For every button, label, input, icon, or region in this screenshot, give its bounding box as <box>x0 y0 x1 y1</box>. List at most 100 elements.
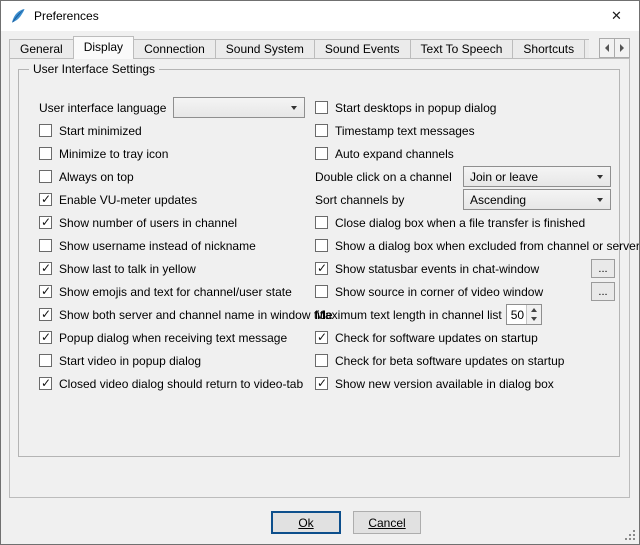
arrow-right-icon <box>620 44 624 52</box>
checkbox-show-emojis-and-text-for-channel-user-state[interactable] <box>39 285 52 298</box>
tab-sound-events[interactable]: Sound Events <box>315 39 411 59</box>
label-sort-channels-by: Sort channels by <box>315 193 463 207</box>
row-user-interface-language: User interface language <box>39 96 311 119</box>
user-interface-settings-group: User Interface Settings User interface l… <box>18 69 620 457</box>
chevron-down-icon <box>291 106 297 110</box>
checkbox-show-last-to-talk-in-yellow[interactable] <box>39 262 52 275</box>
cancel-button[interactable]: Cancel <box>353 511 421 534</box>
spin-down-button[interactable] <box>527 315 541 325</box>
row-always-on-top: Always on top <box>39 165 311 188</box>
checkbox-start-video-in-popup-dialog[interactable] <box>39 354 52 367</box>
app-logo-icon <box>10 8 26 24</box>
checkbox-start-desktops-in-popup-dialog[interactable] <box>315 101 328 114</box>
checkbox-label-popup-dialog-when-receiving-text-message[interactable]: Popup dialog when receiving text message <box>59 331 287 345</box>
checkbox-check-for-software-updates-on-startup[interactable] <box>315 331 328 344</box>
row-enable-vu-meter-updates: Enable VU-meter updates <box>39 188 311 211</box>
row-show-number-of-users-in-channel: Show number of users in channel <box>39 211 311 234</box>
row-timestamp-text-messages: Timestamp text messages <box>315 119 615 142</box>
checkbox-start-minimized[interactable] <box>39 124 52 137</box>
checkbox-label-show-username-instead-of-nickname[interactable]: Show username instead of nickname <box>59 239 256 253</box>
checkbox-show-both-server-and-channel-name-in-window-title[interactable] <box>39 308 52 321</box>
row-show-statusbar-events-in-chat-window: Show statusbar events in chat-window... <box>315 257 615 280</box>
checkbox-label-timestamp-text-messages[interactable]: Timestamp text messages <box>335 124 475 138</box>
chevron-down-icon <box>597 175 603 179</box>
checkbox-show-username-instead-of-nickname[interactable] <box>39 239 52 252</box>
checkbox-show-statusbar-events-in-chat-window[interactable] <box>315 262 328 275</box>
tab-video[interactable]: Video <box>585 39 589 59</box>
chevron-down-icon <box>597 198 603 202</box>
row-closed-video-dialog-should-return-to-video-tab: Closed video dialog should return to vid… <box>39 372 311 395</box>
checkbox-popup-dialog-when-receiving-text-message[interactable] <box>39 331 52 344</box>
row-maximum-text-length-in-channel-list: Maximum text length in channel list50 <box>315 303 615 326</box>
checkbox-label-show-last-to-talk-in-yellow[interactable]: Show last to talk in yellow <box>59 262 196 276</box>
checkbox-timestamp-text-messages[interactable] <box>315 124 328 137</box>
checkbox-close-dialog-box-when-a-file-transfer-is-finished[interactable] <box>315 216 328 229</box>
dropdown-double-click-on-a-channel[interactable]: Join or leave <box>463 166 611 187</box>
row-show-source-in-corner-of-video-window: Show source in corner of video window... <box>315 280 615 303</box>
checkbox-label-show-number-of-users-in-channel[interactable]: Show number of users in channel <box>59 216 237 230</box>
spinbox-maximum-text-length-in-channel-list[interactable]: 50 <box>506 304 542 325</box>
checkbox-label-start-minimized[interactable]: Start minimized <box>59 124 142 138</box>
checkbox-label-start-video-in-popup-dialog[interactable]: Start video in popup dialog <box>59 354 201 368</box>
checkbox-label-show-both-server-and-channel-name-in-window-title[interactable]: Show both server and channel name in win… <box>59 308 333 322</box>
checkbox-show-a-dialog-box-when-excluded-from-channel-or-server[interactable] <box>315 239 328 252</box>
group-title: User Interface Settings <box>29 62 159 76</box>
row-check-for-beta-software-updates-on-startup: Check for beta software updates on start… <box>315 349 615 372</box>
label-double-click-on-a-channel: Double click on a channel <box>315 170 463 184</box>
row-auto-expand-channels: Auto expand channels <box>315 142 615 165</box>
checkbox-auto-expand-channels[interactable] <box>315 147 328 160</box>
spin-up-button[interactable] <box>527 305 541 315</box>
close-button[interactable]: ✕ <box>594 1 639 30</box>
checkbox-enable-vu-meter-updates[interactable] <box>39 193 52 206</box>
tab-sound-system[interactable]: Sound System <box>216 39 315 59</box>
checkbox-label-show-statusbar-events-in-chat-window[interactable]: Show statusbar events in chat-window <box>335 262 539 276</box>
tab-shortcuts[interactable]: Shortcuts <box>513 39 585 59</box>
browse-button-show-statusbar-events-in-chat-window[interactable]: ... <box>591 259 615 278</box>
row-show-username-instead-of-nickname: Show username instead of nickname <box>39 234 311 257</box>
checkbox-show-new-version-available-in-dialog-box[interactable] <box>315 377 328 390</box>
checkbox-label-minimize-to-tray-icon[interactable]: Minimize to tray icon <box>59 147 168 161</box>
checkbox-label-show-new-version-available-in-dialog-box[interactable]: Show new version available in dialog box <box>335 377 554 391</box>
tab-bar: GeneralDisplayConnectionSound SystemSoun… <box>9 36 589 59</box>
checkbox-show-number-of-users-in-channel[interactable] <box>39 216 52 229</box>
tab-scroll-right-button[interactable] <box>614 38 630 58</box>
checkbox-label-show-a-dialog-box-when-excluded-from-channel-or-server[interactable]: Show a dialog box when excluded from cha… <box>335 239 640 253</box>
spinbox-value: 50 <box>507 305 526 324</box>
tab-general[interactable]: General <box>9 39 74 59</box>
browse-button-show-source-in-corner-of-video-window[interactable]: ... <box>591 282 615 301</box>
dropdown-value-sort-channels-by: Ascending <box>470 193 610 207</box>
tab-scroll-left-button[interactable] <box>599 38 615 58</box>
ok-button[interactable]: Ok <box>271 511 341 534</box>
checkbox-label-always-on-top[interactable]: Always on top <box>59 170 134 184</box>
row-popup-dialog-when-receiving-text-message: Popup dialog when receiving text message <box>39 326 311 349</box>
tab-connection[interactable]: Connection <box>134 39 216 59</box>
checkbox-label-check-for-software-updates-on-startup[interactable]: Check for software updates on startup <box>335 331 538 345</box>
checkbox-label-close-dialog-box-when-a-file-transfer-is-finished[interactable]: Close dialog box when a file transfer is… <box>335 216 585 230</box>
checkbox-closed-video-dialog-should-return-to-video-tab[interactable] <box>39 377 52 390</box>
dropdown-sort-channels-by[interactable]: Ascending <box>463 189 611 210</box>
dropdown-user-interface-language[interactable] <box>173 97 305 118</box>
preferences-dialog: Preferences ✕ GeneralDisplayConnectionSo… <box>0 0 640 545</box>
tab-display[interactable]: Display <box>73 36 134 59</box>
row-start-minimized: Start minimized <box>39 119 311 142</box>
dropdown-value-double-click-on-a-channel: Join or leave <box>470 170 610 184</box>
checkbox-check-for-beta-software-updates-on-startup[interactable] <box>315 354 328 367</box>
checkbox-label-closed-video-dialog-should-return-to-video-tab[interactable]: Closed video dialog should return to vid… <box>59 377 303 391</box>
checkbox-always-on-top[interactable] <box>39 170 52 183</box>
checkbox-label-enable-vu-meter-updates[interactable]: Enable VU-meter updates <box>59 193 197 207</box>
row-double-click-on-a-channel: Double click on a channel Join or leave <box>315 165 615 188</box>
checkbox-minimize-to-tray-icon[interactable] <box>39 147 52 160</box>
checkbox-show-source-in-corner-of-video-window[interactable] <box>315 285 328 298</box>
checkbox-label-auto-expand-channels[interactable]: Auto expand channels <box>335 147 454 161</box>
row-start-video-in-popup-dialog: Start video in popup dialog <box>39 349 311 372</box>
tab-text-to-speech[interactable]: Text To Speech <box>411 39 514 59</box>
checkbox-label-check-for-beta-software-updates-on-startup[interactable]: Check for beta software updates on start… <box>335 354 564 368</box>
checkbox-label-show-emojis-and-text-for-channel-user-state[interactable]: Show emojis and text for channel/user st… <box>59 285 292 299</box>
resize-grip[interactable] <box>624 529 637 542</box>
right-column: Start desktops in popup dialog Timestamp … <box>315 96 615 395</box>
row-minimize-to-tray-icon: Minimize to tray icon <box>39 142 311 165</box>
row-show-last-to-talk-in-yellow: Show last to talk in yellow <box>39 257 311 280</box>
tab-scroll <box>599 38 630 58</box>
checkbox-label-start-desktops-in-popup-dialog[interactable]: Start desktops in popup dialog <box>335 101 496 115</box>
checkbox-label-show-source-in-corner-of-video-window[interactable]: Show source in corner of video window <box>335 285 543 299</box>
